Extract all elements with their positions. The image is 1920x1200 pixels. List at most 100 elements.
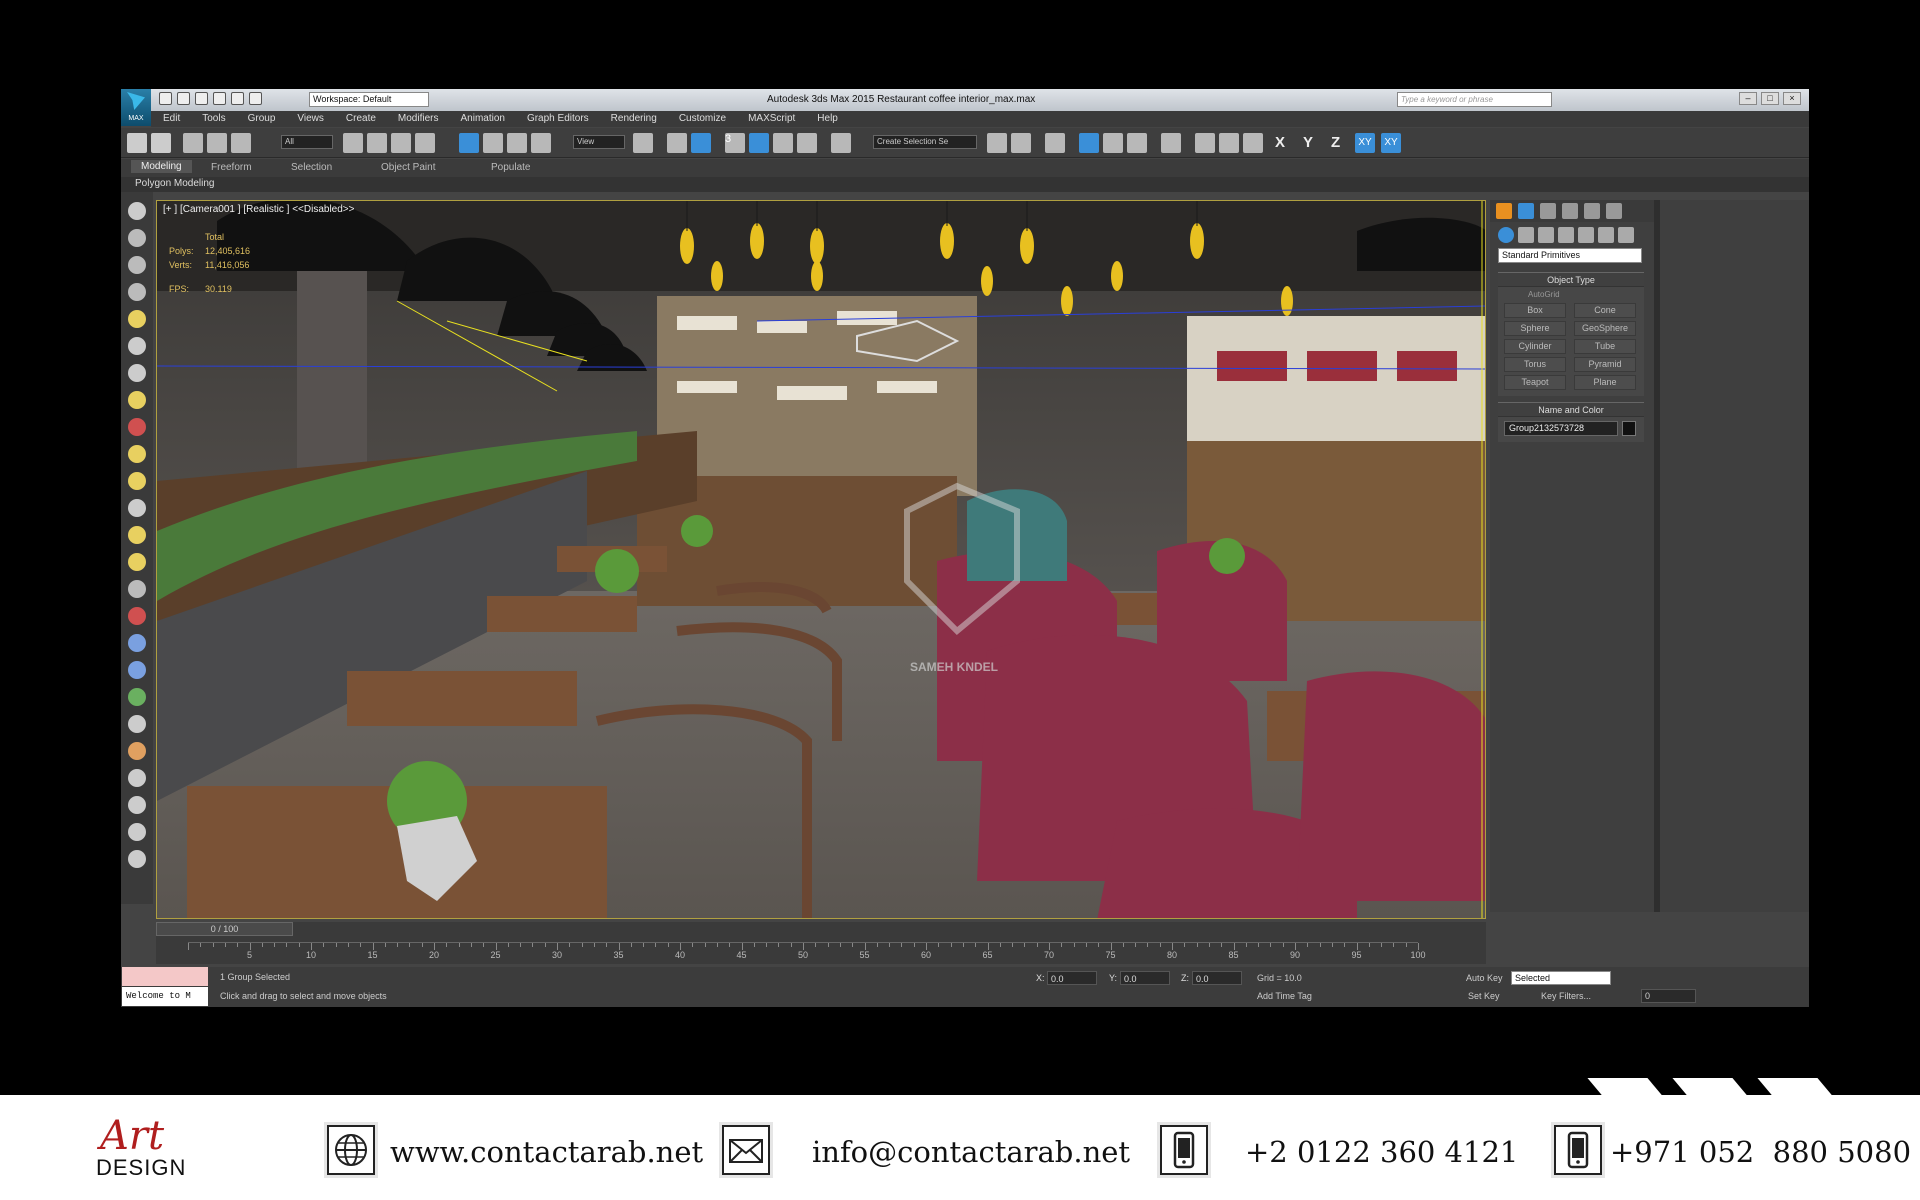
- select-manipulate-icon[interactable]: [667, 133, 687, 153]
- rect-selection-icon[interactable]: [391, 133, 411, 153]
- ribbon-subpanel[interactable]: Polygon Modeling: [121, 177, 1809, 192]
- menu-item-tools[interactable]: Tools: [190, 111, 235, 127]
- new-file-icon[interactable]: [159, 92, 172, 105]
- light-tool-icon[interactable]: [128, 310, 146, 328]
- ribbon-tab-object-paint[interactable]: Object Paint: [381, 162, 435, 173]
- viewport-tool-icon[interactable]: [128, 202, 146, 220]
- select-scale-icon[interactable]: [507, 133, 527, 153]
- spinner-snap-icon[interactable]: [797, 133, 817, 153]
- create-tab-icon[interactable]: [1496, 203, 1512, 219]
- primitive-plane-button[interactable]: Plane: [1574, 375, 1636, 390]
- sphere-tool-icon[interactable]: [128, 472, 146, 490]
- save-file-icon[interactable]: [195, 92, 208, 105]
- primitive-pyramid-button[interactable]: Pyramid: [1574, 357, 1636, 372]
- select-by-name-icon[interactable]: [367, 133, 387, 153]
- object-type-header[interactable]: Object Type: [1498, 273, 1644, 287]
- plant-tool-icon[interactable]: [128, 688, 146, 706]
- angle-snap-icon[interactable]: [749, 133, 769, 153]
- helpers-icon[interactable]: [1578, 227, 1594, 243]
- grid-tool-icon[interactable]: [128, 283, 146, 301]
- nail-tool-icon[interactable]: [128, 715, 146, 733]
- globe-tool-icon[interactable]: [128, 661, 146, 679]
- primitive-cone-button[interactable]: Cone: [1574, 303, 1636, 318]
- unlink-icon[interactable]: [207, 133, 227, 153]
- render-production-icon[interactable]: [1243, 133, 1263, 153]
- pivot-center-icon[interactable]: [633, 133, 653, 153]
- sun-tool-icon[interactable]: [128, 553, 146, 571]
- align-icon[interactable]: [1011, 133, 1031, 153]
- link-icon[interactable]: [183, 133, 203, 153]
- reference-coordinate-dropdown[interactable]: View: [573, 135, 625, 149]
- menu-item-modifiers[interactable]: Modifiers: [386, 111, 449, 127]
- current-frame-field[interactable]: 0: [1641, 989, 1696, 1003]
- menu-item-create[interactable]: Create: [334, 111, 386, 127]
- minimize-button[interactable]: –: [1739, 92, 1757, 105]
- plane-tool-icon[interactable]: [128, 445, 146, 463]
- teapot-tool-icon[interactable]: [128, 634, 146, 652]
- maximize-button[interactable]: □: [1761, 92, 1779, 105]
- add-time-tag[interactable]: Add Time Tag: [1257, 989, 1312, 1003]
- primitive-tube-button[interactable]: Tube: [1574, 339, 1636, 354]
- maxscript-listener-top[interactable]: [122, 967, 208, 986]
- snaps-toggle-icon[interactable]: 3: [725, 133, 745, 153]
- primitive-geosphere-button[interactable]: GeoSphere: [1574, 321, 1636, 336]
- autogrid-checkbox[interactable]: AutoGrid: [1528, 290, 1560, 299]
- cone-tool-icon[interactable]: [128, 499, 146, 517]
- ribbon-tab-populate[interactable]: Populate: [491, 162, 530, 173]
- systems-icon[interactable]: [1618, 227, 1634, 243]
- list-tool-icon[interactable]: [128, 256, 146, 274]
- select-tool-icon[interactable]: [128, 229, 146, 247]
- redo-icon[interactable]: [231, 92, 244, 105]
- menu-item-maxscript[interactable]: MAXScript: [736, 111, 805, 127]
- website-link[interactable]: www.contactarab.net: [390, 1135, 703, 1169]
- primitive-category-dropdown[interactable]: Standard Primitives: [1498, 248, 1642, 263]
- track-bar[interactable]: 5 10 15 20 25 30 35 40 45 50 55 60 65 70 75 80 85 90 95 100: [188, 942, 1426, 962]
- constraint-xy-button[interactable]: XY: [1355, 133, 1375, 153]
- primitive-sphere-button[interactable]: Sphere: [1504, 321, 1566, 336]
- geometry-icon[interactable]: [1498, 227, 1514, 243]
- rendered-frame-window-icon[interactable]: [1219, 133, 1239, 153]
- motion-tab-icon[interactable]: [1562, 203, 1578, 219]
- menu-item-graph-editors[interactable]: Graph Editors: [515, 111, 599, 127]
- phone-number-egypt[interactable]: +2 0122 360 4121: [1245, 1135, 1518, 1169]
- schematic-view-icon[interactable]: [1127, 133, 1147, 153]
- material-editor-icon[interactable]: [1161, 133, 1181, 153]
- bind-space-warp-icon[interactable]: [231, 133, 251, 153]
- menu-item-animation[interactable]: Animation: [448, 111, 514, 127]
- modify-tab-icon[interactable]: [1518, 203, 1534, 219]
- torus-tool-icon[interactable]: [128, 607, 146, 625]
- name-color-header[interactable]: Name and Color: [1498, 403, 1644, 417]
- maxscript-listener[interactable]: Welcome to M: [122, 987, 208, 1006]
- keyboard-shortcut-override-icon[interactable]: [691, 133, 711, 153]
- close-button[interactable]: ×: [1783, 92, 1801, 105]
- phone-number-uae[interactable]: +971 052 880 5080: [1610, 1135, 1911, 1169]
- primitive-torus-button[interactable]: Torus: [1504, 357, 1566, 372]
- workspace-dropdown[interactable]: Workspace: Default: [309, 92, 429, 107]
- help-tool-icon[interactable]: [128, 823, 146, 841]
- panel-scrollbar[interactable]: [1654, 200, 1660, 912]
- select-rotate-icon[interactable]: [483, 133, 503, 153]
- named-selection-set-dropdown[interactable]: Create Selection Se: [873, 135, 977, 149]
- window-crossing-icon[interactable]: [415, 133, 435, 153]
- layer-explorer-icon[interactable]: [1045, 133, 1065, 153]
- camera-viewport[interactable]: SAMEH KNDEL [+ ] [Camera001 ] [Realistic…: [156, 200, 1486, 919]
- x-coordinate[interactable]: 0.0: [1047, 971, 1097, 985]
- primitive-teapot-button[interactable]: Teapot: [1504, 375, 1566, 390]
- hierarchy-tab-icon[interactable]: [1540, 203, 1556, 219]
- select-place-icon[interactable]: [531, 133, 551, 153]
- constraint-y-button[interactable]: Y: [1303, 134, 1313, 151]
- menu-item-help[interactable]: Help: [805, 111, 848, 127]
- menu-item-edit[interactable]: Edit: [151, 111, 190, 127]
- utilities-tab-icon[interactable]: [1606, 203, 1622, 219]
- grid2-tool-icon[interactable]: [128, 769, 146, 787]
- cameras-icon[interactable]: [1558, 227, 1574, 243]
- box-tool-icon[interactable]: [128, 580, 146, 598]
- lights-icon[interactable]: [1538, 227, 1554, 243]
- z-coordinate[interactable]: 0.0: [1192, 971, 1242, 985]
- space-warps-icon[interactable]: [1598, 227, 1614, 243]
- undo-icon[interactable]: [127, 133, 147, 153]
- display-tab-icon[interactable]: [1584, 203, 1600, 219]
- ribbon-tab-freeform[interactable]: Freeform: [211, 162, 252, 173]
- percent-snap-icon[interactable]: [773, 133, 793, 153]
- ribbon-tab-modeling[interactable]: Modeling: [131, 160, 192, 173]
